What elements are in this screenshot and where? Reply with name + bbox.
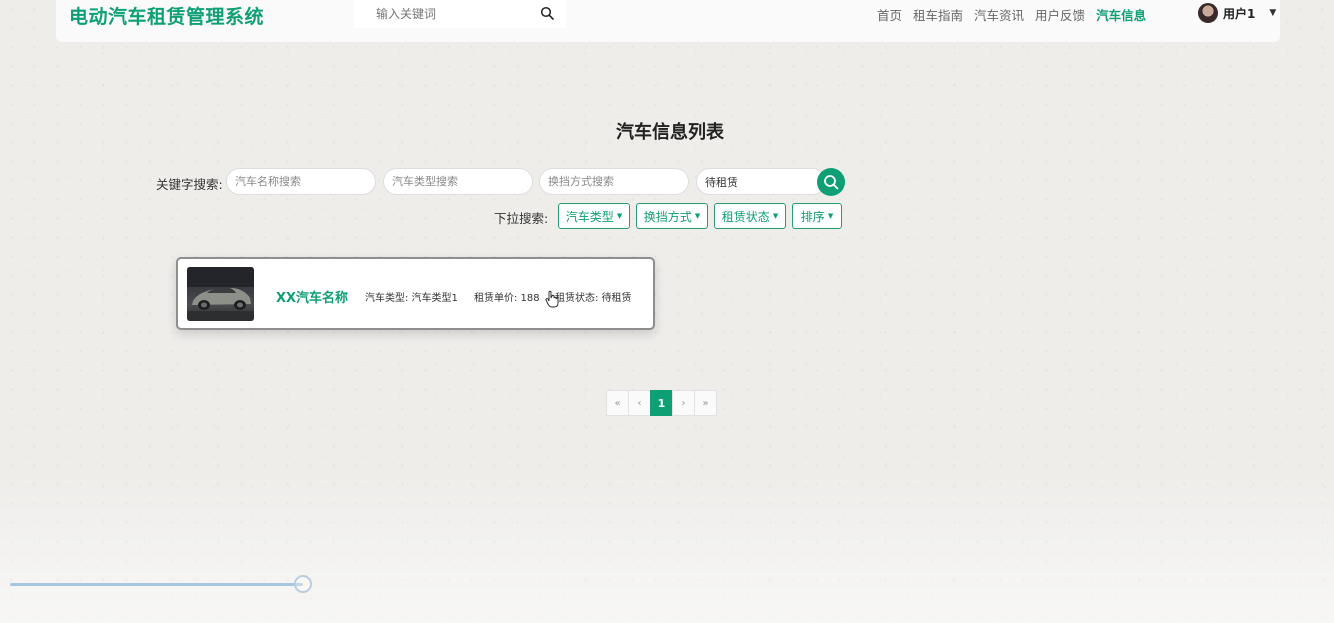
nav-rental-guide[interactable]: 租车指南	[913, 5, 963, 24]
car-type-search-input[interactable]	[383, 168, 533, 195]
pagination-next-button[interactable]: ›	[672, 390, 695, 416]
pagination: « ‹ 1 › »	[606, 390, 717, 416]
gear-mode-dropdown[interactable]: 换挡方式 ▼	[636, 203, 708, 229]
rental-status-dropdown[interactable]: 租赁状态 ▼	[714, 203, 786, 229]
video-progress-track[interactable]	[10, 583, 303, 586]
nav-car-info[interactable]: 汽车信息	[1096, 5, 1146, 24]
rental-status-text: 租赁状态: 待租赁	[555, 293, 632, 304]
user-menu[interactable]: 用户1 ▼	[1198, 3, 1276, 23]
gear-mode-search-input[interactable]	[539, 168, 689, 195]
car-photo-icon	[187, 267, 254, 321]
nav-home[interactable]: 首页	[877, 5, 902, 24]
search-button[interactable]	[817, 168, 845, 196]
rental-status-search-input[interactable]	[696, 168, 826, 195]
page-title: 汽车信息列表	[616, 122, 724, 143]
nav-user-feedback[interactable]: 用户反馈	[1035, 5, 1085, 24]
video-progress-handle[interactable]	[294, 575, 312, 593]
background-fade	[0, 470, 1334, 623]
caret-down-icon: ▼	[1269, 8, 1277, 18]
nav-car-news[interactable]: 汽车资讯	[974, 5, 1024, 24]
caret-down-icon: ▼	[827, 212, 834, 220]
caret-down-icon: ▼	[616, 212, 623, 220]
car-card[interactable]: XX汽车名称 汽车类型: 汽车类型1 租赁单价: 188 租赁状态: 待租赁	[176, 257, 655, 330]
header-search-input[interactable]	[354, 0, 534, 28]
car-type-text: 汽车类型: 汽车类型1	[365, 293, 458, 304]
sort-dropdown-label: 排序	[800, 209, 825, 224]
search-icon	[824, 175, 839, 190]
car-type-dropdown[interactable]: 汽车类型 ▼	[558, 203, 630, 229]
caret-down-icon: ▼	[694, 212, 701, 220]
site-logo[interactable]: 电动汽车租赁管理系统	[69, 2, 264, 29]
main-nav: 首页 租车指南 汽车资讯 用户反馈 汽车信息	[877, 5, 1146, 24]
sort-dropdown[interactable]: 排序 ▼	[792, 203, 842, 229]
keyword-search-label: 关键字搜索:	[156, 177, 223, 192]
rental-price-text: 租赁单价: 188	[474, 293, 540, 304]
car-name[interactable]: XX汽车名称	[276, 287, 348, 306]
header-search	[354, 0, 566, 28]
dropdown-search-label: 下拉搜索:	[494, 211, 549, 226]
car-type-dropdown-label: 汽车类型	[565, 209, 614, 224]
gear-mode-dropdown-label: 换挡方式	[643, 209, 692, 224]
rental-status-dropdown-label: 租赁状态	[721, 209, 770, 224]
user-name: 用户1	[1223, 6, 1256, 21]
pagination-page-button[interactable]: 1	[650, 390, 673, 416]
car-name-search-input[interactable]	[226, 168, 376, 195]
top-header: 电动汽车租赁管理系统 首页 租车指南 汽车资讯 用户反馈 汽车信息 用户1 ▼	[56, 0, 1280, 42]
avatar	[1198, 3, 1218, 23]
pagination-last-button[interactable]: »	[694, 390, 717, 416]
hand-cursor-icon	[545, 290, 559, 308]
pagination-first-button[interactable]: «	[606, 390, 629, 416]
search-icon[interactable]	[540, 6, 554, 20]
car-image[interactable]	[187, 267, 254, 321]
caret-down-icon: ▼	[772, 212, 779, 220]
pagination-prev-button[interactable]: ‹	[628, 390, 651, 416]
